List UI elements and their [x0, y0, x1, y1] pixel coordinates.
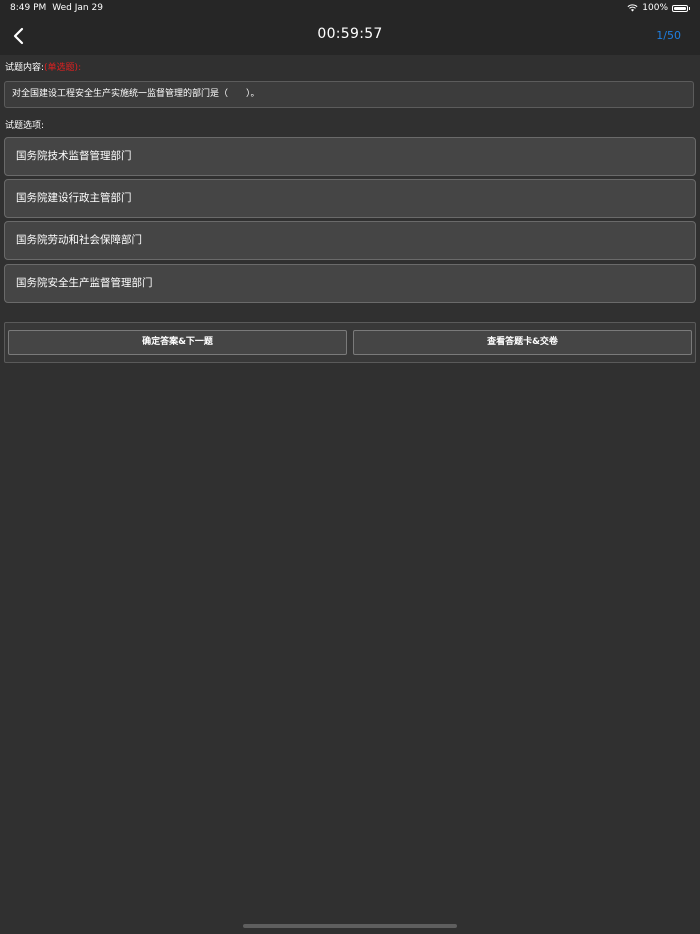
- content-label: 试题内容:: [5, 63, 45, 73]
- option-c[interactable]: 国务院劳动和社会保障部门: [4, 221, 696, 260]
- wifi-icon: [627, 4, 638, 12]
- status-date: Wed Jan 29: [52, 3, 103, 13]
- question-progress[interactable]: 1/50: [656, 29, 681, 42]
- option-d[interactable]: 国务院安全生产监督管理部门: [4, 264, 696, 303]
- nav-bar: 00:59:57 1/50: [0, 17, 700, 55]
- status-indicators: 100%: [627, 3, 690, 13]
- status-bar: 8:49 PM Wed Jan 29 100%: [0, 0, 700, 17]
- option-b[interactable]: 国务院建设行政主管部门: [4, 179, 696, 218]
- home-indicator[interactable]: [243, 924, 457, 928]
- question-content-label: 试题内容:(单选题):: [5, 60, 81, 73]
- battery-percent: 100%: [642, 3, 668, 13]
- battery-icon: [672, 4, 690, 12]
- option-a[interactable]: 国务院技术监督管理部门: [4, 137, 696, 176]
- action-panel: 确定答案&下一题 查看答题卡&交卷: [4, 322, 696, 363]
- confirm-next-button[interactable]: 确定答案&下一题: [8, 330, 347, 355]
- countdown-timer: 00:59:57: [317, 26, 383, 42]
- view-card-submit-button[interactable]: 查看答题卡&交卷: [353, 330, 692, 355]
- status-time-date: 8:49 PM Wed Jan 29: [10, 3, 103, 13]
- exam-screen: 8:49 PM Wed Jan 29 100% 00:59:57 1/50 试题内…: [0, 0, 700, 934]
- options-label: 试题选项:: [5, 121, 45, 131]
- question-text: 对全国建设工程安全生产实施统一监督管理的部门是（ ）。: [4, 81, 694, 108]
- question-type-label: (单选题):: [44, 63, 82, 73]
- status-time: 8:49 PM: [10, 3, 47, 13]
